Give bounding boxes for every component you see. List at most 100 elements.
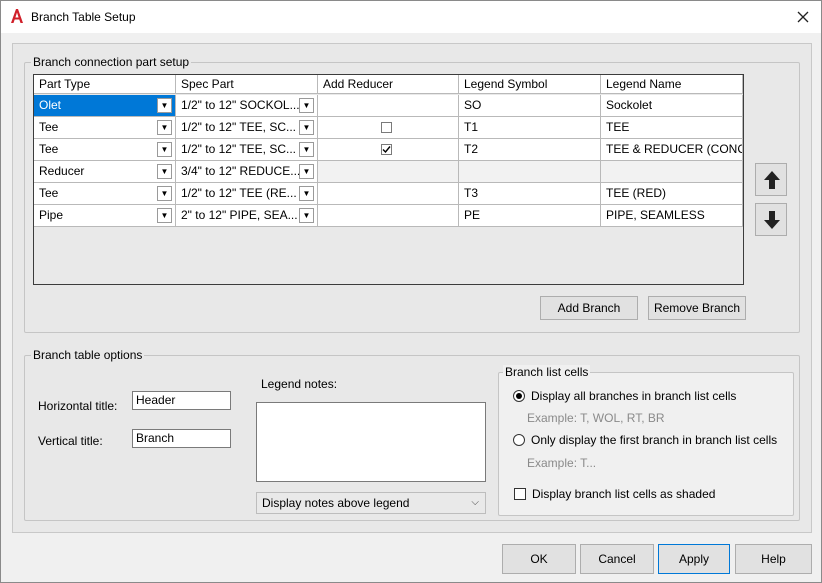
spec-part-cell[interactable]: 2" to 12" PIPE, SEA... ▼	[176, 205, 318, 227]
spec-part-dropdown-button[interactable]: ▼	[299, 120, 314, 135]
column-header-legend-name[interactable]: Legend Name	[601, 75, 743, 94]
display-first-label[interactable]: Only display the first branch in branch …	[531, 433, 777, 447]
title-bar: Branch Table Setup	[1, 1, 821, 33]
display-all-label[interactable]: Display all branches in branch list cell…	[531, 389, 736, 403]
part-type-value: Tee	[39, 186, 59, 200]
spec-part-cell[interactable]: 1/2" to 12" SOCKOL... ▼	[176, 95, 318, 117]
part-type-dropdown-button[interactable]: ▼	[157, 164, 172, 179]
spec-part-value: 1/2" to 12" TEE, SC...	[181, 142, 297, 156]
display-first-radio[interactable]	[513, 434, 525, 446]
autocad-logo-icon	[10, 8, 24, 24]
add-reducer-cell	[318, 205, 459, 227]
part-type-cell[interactable]: Pipe ▼	[34, 205, 176, 227]
horizontal-title-input[interactable]: Header	[132, 391, 231, 410]
part-type-value: Olet	[39, 98, 62, 112]
close-button[interactable]	[791, 5, 815, 29]
window-title: Branch Table Setup	[31, 10, 136, 24]
column-header-add-reducer[interactable]: Add Reducer	[318, 75, 459, 94]
vertical-title-label: Vertical title:	[38, 434, 103, 448]
close-icon	[797, 11, 809, 23]
display-all-example: Example: T, WOL, RT, BR	[527, 411, 665, 425]
part-type-dropdown-button[interactable]: ▼	[157, 208, 172, 223]
spec-part-dropdown-button[interactable]: ▼	[299, 164, 314, 179]
horizontal-title-label: Horizontal title:	[38, 399, 118, 413]
legend-symbol-cell[interactable]: SO	[459, 95, 601, 117]
part-type-value: Pipe	[39, 208, 64, 222]
branch-table-setup-dialog: Branch Table Setup Branch connection par…	[0, 0, 822, 583]
help-button[interactable]: Help	[735, 544, 812, 574]
table-row[interactable]: Tee ▼ 1/2" to 12" TEE (RE... ▼ T3 TEE (RED…	[34, 183, 743, 205]
legend-notes-label: Legend notes:	[261, 377, 338, 391]
legend-name-cell[interactable]: TEE (RED)	[601, 183, 743, 205]
part-type-dropdown-button[interactable]: ▼	[157, 98, 172, 113]
legend-symbol-cell[interactable]: T3	[459, 183, 601, 205]
spec-part-cell[interactable]: 1/2" to 12" TEE (RE... ▼	[176, 183, 318, 205]
column-header-part-type[interactable]: Part Type	[34, 75, 176, 94]
legend-symbol-cell[interactable]: PE	[459, 205, 601, 227]
add-reducer-checkbox[interactable]	[381, 122, 392, 133]
branch-list-cells-title: Branch list cells	[503, 365, 591, 379]
ok-button[interactable]: OK	[502, 544, 576, 574]
table-row[interactable]: Reducer ▼ 3/4" to 12" REDUCE... ▼	[34, 161, 743, 183]
table-row[interactable]: Olet ▼ 1/2" to 12" SOCKOL... ▼ SO Sockolet	[34, 95, 743, 117]
legend-symbol-cell[interactable]: T1	[459, 117, 601, 139]
options-group-title: Branch table options	[31, 348, 145, 362]
part-type-cell[interactable]: Tee ▼	[34, 117, 176, 139]
column-header-legend-symbol[interactable]: Legend Symbol	[459, 75, 601, 94]
add-reducer-cell	[318, 117, 459, 139]
spec-part-dropdown-button[interactable]: ▼	[299, 98, 314, 113]
spec-part-value: 1/2" to 12" TEE, SC...	[181, 120, 297, 134]
shaded-label[interactable]: Display branch list cells as shaded	[532, 487, 715, 501]
connection-group-title: Branch connection part setup	[31, 55, 192, 69]
spec-part-cell[interactable]: 1/2" to 12" TEE, SC... ▼	[176, 117, 318, 139]
spec-part-cell[interactable]: 1/2" to 12" TEE, SC... ▼	[176, 139, 318, 161]
table-row[interactable]: Pipe ▼ 2" to 12" PIPE, SEA... ▼ PE PIPE, S…	[34, 205, 743, 227]
legend-name-cell	[601, 161, 743, 183]
add-branch-button[interactable]: Add Branch	[540, 296, 638, 320]
table-row[interactable]: Tee ▼ 1/2" to 12" TEE, SC... ▼ T2 TEE & RE…	[34, 139, 743, 161]
display-first-example: Example: T...	[527, 456, 597, 470]
checkmark-icon	[382, 146, 391, 154]
move-down-button[interactable]	[755, 203, 787, 236]
part-type-cell[interactable]: Olet ▼	[34, 95, 176, 117]
spec-part-value: 2" to 12" PIPE, SEA...	[181, 208, 298, 222]
part-type-cell[interactable]: Tee ▼	[34, 183, 176, 205]
part-type-cell[interactable]: Reducer ▼	[34, 161, 176, 183]
spec-part-value: 1/2" to 12" TEE (RE...	[181, 186, 297, 200]
part-type-value: Reducer	[39, 164, 85, 178]
legend-name-cell[interactable]: TEE & REDUCER (CONC)	[601, 139, 743, 161]
remove-branch-button[interactable]: Remove Branch	[648, 296, 746, 320]
legend-name-cell[interactable]: Sockolet	[601, 95, 743, 117]
add-reducer-cell	[318, 95, 459, 117]
display-all-radio[interactable]	[513, 390, 525, 402]
legend-symbol-cell[interactable]: T2	[459, 139, 601, 161]
part-type-dropdown-button[interactable]: ▼	[157, 120, 172, 135]
spec-part-cell[interactable]: 3/4" to 12" REDUCE... ▼	[176, 161, 318, 183]
vertical-title-input[interactable]: Branch	[132, 429, 231, 448]
part-type-dropdown-button[interactable]: ▼	[157, 142, 172, 157]
spec-part-dropdown-button[interactable]: ▼	[299, 142, 314, 157]
shaded-checkbox[interactable]	[514, 488, 526, 500]
legend-notes-textarea[interactable]	[256, 402, 486, 482]
column-header-spec-part[interactable]: Spec Part	[176, 75, 318, 94]
part-type-value: Tee	[39, 142, 59, 156]
legend-name-cell[interactable]: PIPE, SEAMLESS	[601, 205, 743, 227]
add-reducer-cell	[318, 161, 459, 183]
spec-part-dropdown-button[interactable]: ▼	[299, 186, 314, 201]
legend-name-cell[interactable]: TEE	[601, 117, 743, 139]
notes-position-select[interactable]: Display notes above legend ⌵	[256, 492, 486, 514]
spec-part-value: 3/4" to 12" REDUCE...	[181, 164, 301, 178]
add-reducer-checkbox[interactable]	[381, 144, 392, 155]
cancel-button[interactable]: Cancel	[580, 544, 654, 574]
add-reducer-cell	[318, 183, 459, 205]
add-reducer-cell	[318, 139, 459, 161]
part-type-value: Tee	[39, 120, 59, 134]
table-row[interactable]: Tee ▼ 1/2" to 12" TEE, SC... ▼ T1 TEE	[34, 117, 743, 139]
apply-button[interactable]: Apply	[658, 544, 730, 574]
grid-header: Part Type Spec Part Add Reducer Legend S…	[34, 75, 743, 94]
part-type-cell[interactable]: Tee ▼	[34, 139, 176, 161]
part-type-dropdown-button[interactable]: ▼	[157, 186, 172, 201]
move-up-button[interactable]	[755, 163, 787, 196]
arrow-down-icon	[764, 211, 780, 229]
spec-part-dropdown-button[interactable]: ▼	[299, 208, 314, 223]
